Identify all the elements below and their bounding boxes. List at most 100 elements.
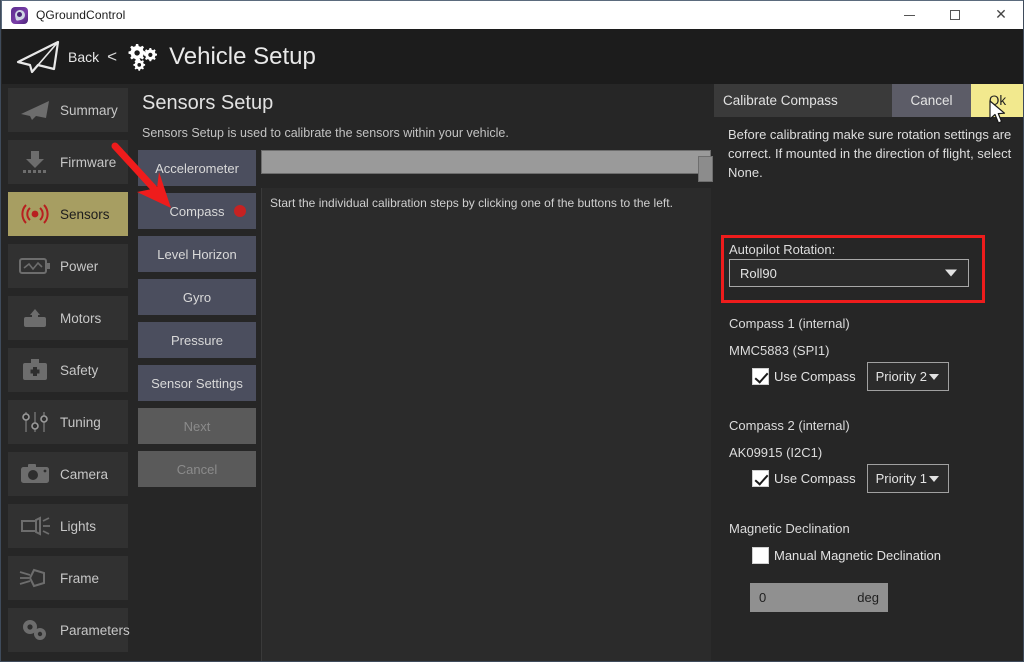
button-label: Cancel (177, 462, 217, 477)
sidebar-item-label: Parameters (60, 623, 130, 638)
accelerometer-button[interactable]: Accelerometer (138, 150, 256, 186)
sensors-radio-waves-icon (14, 199, 56, 229)
vertical-scrollbar-handle[interactable] (698, 156, 713, 182)
button-label: Level Horizon (157, 247, 237, 262)
sidebar-item-label: Camera (60, 467, 108, 482)
sensors-setup-subtitle: Sensors Setup is used to calibrate the s… (142, 126, 509, 140)
compass1-priority-select[interactable]: Priority 2 (867, 362, 949, 391)
button-label: Compass (170, 204, 225, 219)
sidebar-item-firmware[interactable]: Firmware (8, 140, 128, 184)
qgroundcontrol-window: QGroundControl ✕ Back < Vehicle Setup (0, 0, 1024, 662)
sidebar-item-label: Firmware (60, 155, 116, 170)
compass2-row: Use Compass Priority 1 (752, 464, 949, 493)
chevron-down-icon (929, 374, 939, 380)
sidebar-item-camera[interactable]: Camera (8, 452, 128, 496)
chevron-down-icon (929, 476, 939, 482)
compass-button[interactable]: Compass (138, 193, 256, 229)
magnetic-declination-title: Magnetic Declination (729, 521, 850, 536)
maximize-button[interactable] (932, 1, 978, 30)
next-button: Next (138, 408, 256, 444)
close-button[interactable]: ✕ (978, 1, 1024, 30)
sidebar-item-tuning[interactable]: Tuning (8, 400, 128, 444)
manual-declination-checkbox[interactable] (752, 547, 769, 564)
sidebar-item-motors[interactable]: Motors (8, 296, 128, 340)
sidebar-item-power[interactable]: Power (8, 244, 128, 288)
pressure-button[interactable]: Pressure (138, 322, 256, 358)
declination-unit: deg (857, 590, 879, 605)
sidebar-item-label: Power (60, 259, 98, 274)
compass2-device: AK09915 (I2C1) (729, 445, 822, 460)
paper-plane-icon[interactable] (14, 40, 62, 74)
sidebar-item-label: Tuning (60, 415, 101, 430)
calibration-description: Before calibrating make sure rotation se… (728, 125, 1018, 182)
maximize-icon (950, 10, 960, 20)
compass2-use-label: Use Compass (774, 471, 856, 486)
level-horizon-button[interactable]: Level Horizon (138, 236, 256, 272)
sidebar-item-label: Sensors (60, 207, 110, 222)
sidebar-item-safety[interactable]: Safety (8, 348, 128, 392)
sensors-setup-title: Sensors Setup (142, 92, 273, 115)
button-label: Next (184, 419, 211, 434)
compass1-device: MMC5883 (SPI1) (729, 343, 829, 358)
sidebar-item-lights[interactable]: Lights (8, 504, 128, 548)
sidebar-item-label: Safety (60, 363, 98, 378)
autopilot-rotation-value: Roll90 (740, 266, 777, 281)
minimize-button[interactable] (886, 1, 932, 30)
instruction-panel: Start the individual calibration steps b… (261, 188, 711, 661)
calibrate-compass-panel: Calibrate Compass Cancel Ok Before calib… (714, 84, 1024, 661)
declination-value: 0 (759, 590, 766, 605)
compass2-priority-select[interactable]: Priority 1 (867, 464, 949, 493)
button-label: Gyro (183, 290, 211, 305)
sidebar-item-label: Motors (60, 311, 101, 326)
sensor-settings-button[interactable]: Sensor Settings (138, 365, 256, 401)
calibration-button-column: Accelerometer Compass Level Horizon Gyro… (138, 150, 256, 494)
sidebar-item-label: Summary (60, 103, 118, 118)
mouse-cursor (989, 100, 1007, 126)
autopilot-rotation-select[interactable]: Roll90 (729, 259, 969, 287)
manual-declination-row: Manual Magnetic Declination (752, 547, 941, 564)
chevron-down-icon (945, 270, 957, 277)
cancel-button: Cancel (138, 451, 256, 487)
sliders-icon (14, 407, 56, 437)
lights-icon (14, 511, 56, 541)
button-label: Pressure (171, 333, 223, 348)
compass2-title: Compass 2 (internal) (729, 418, 850, 433)
panel-title: Calibrate Compass (714, 84, 892, 117)
sidebar-item-parameters[interactable]: Parameters (8, 608, 128, 652)
qgroundcontrol-logo-icon (11, 7, 28, 24)
compass1-priority-value: Priority 2 (876, 369, 927, 384)
sidebar-item-sensors[interactable]: Sensors (8, 192, 128, 236)
frame-icon (14, 563, 56, 593)
autopilot-rotation-label: Autopilot Rotation: (729, 242, 835, 257)
manual-declination-label: Manual Magnetic Declination (774, 548, 941, 563)
sidebar-item-frame[interactable]: Frame (8, 556, 128, 600)
gears-icon (14, 615, 56, 645)
panel-cancel-button[interactable]: Cancel (892, 84, 971, 117)
first-aid-kit-icon (14, 355, 56, 385)
sidebar-item-summary[interactable]: Summary (8, 88, 128, 132)
motor-icon (14, 303, 56, 333)
firmware-download-icon (14, 147, 56, 177)
compass-status-dot-icon (234, 205, 246, 217)
compass1-use-checkbox[interactable] (752, 368, 769, 385)
back-label[interactable]: Back (68, 49, 99, 65)
window-title: QGroundControl (36, 8, 125, 22)
battery-icon (14, 251, 56, 281)
button-label: Accelerometer (155, 161, 239, 176)
compass2-priority-value: Priority 1 (876, 471, 927, 486)
plane-icon (14, 95, 56, 125)
compass1-title: Compass 1 (internal) (729, 316, 850, 331)
declination-input[interactable]: 0 deg (750, 583, 888, 612)
button-label: Sensor Settings (151, 376, 243, 391)
app-header: Back < Vehicle Setup (2, 29, 1024, 84)
instruction-text: Start the individual calibration steps b… (270, 196, 673, 210)
minimize-icon (904, 15, 915, 16)
calibration-progress-bar (261, 150, 711, 174)
sidebar-item-label: Frame (60, 571, 99, 586)
back-chevron-icon[interactable]: < (107, 47, 117, 67)
compass1-row: Use Compass Priority 2 (752, 362, 949, 391)
gears-icon (125, 42, 159, 72)
page-title: Vehicle Setup (169, 43, 316, 71)
compass2-use-checkbox[interactable] (752, 470, 769, 487)
gyro-button[interactable]: Gyro (138, 279, 256, 315)
